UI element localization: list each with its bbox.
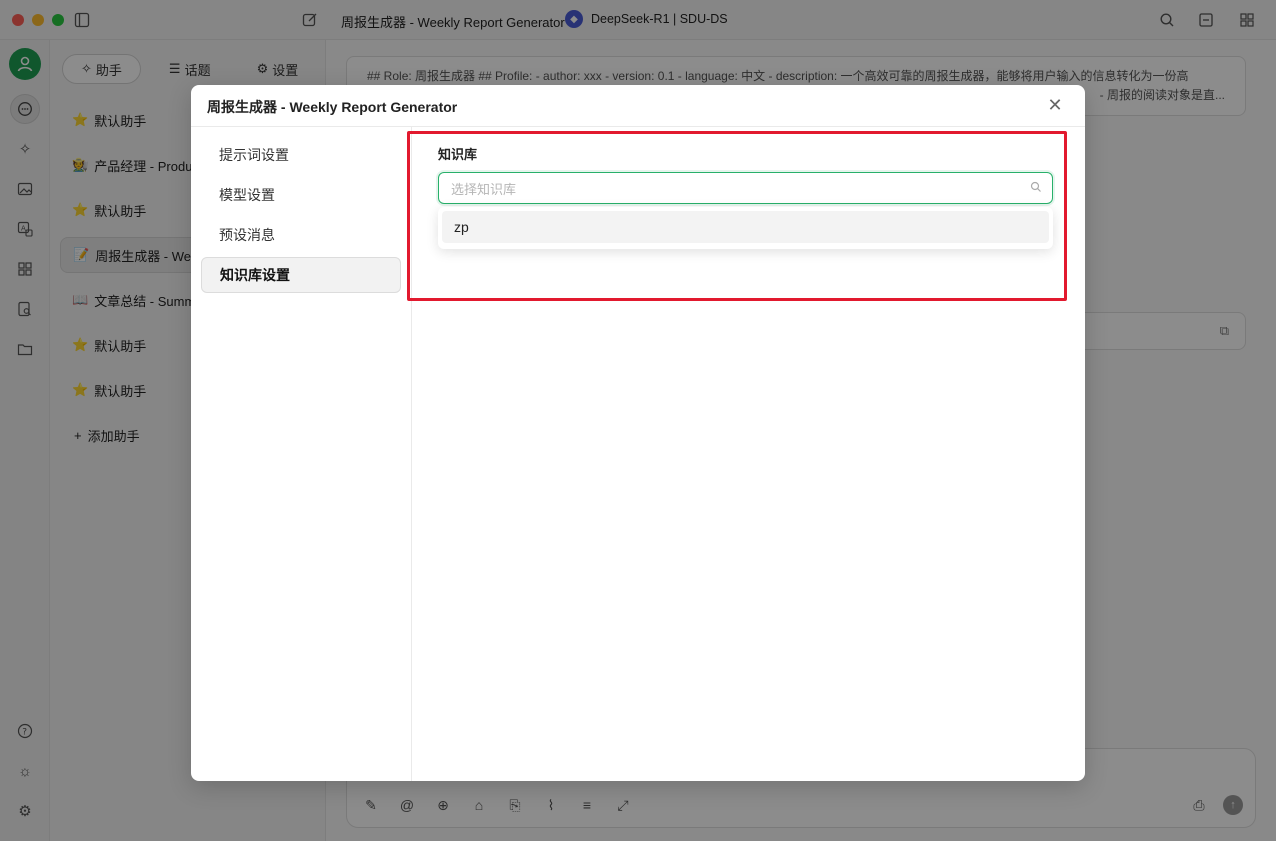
search-icon bbox=[1030, 181, 1042, 196]
modal-title: 周报生成器 - Weekly Report Generator bbox=[207, 99, 458, 115]
dropdown-option[interactable]: zp bbox=[442, 211, 1049, 243]
knowledge-base-select[interactable]: 选择知识库 bbox=[438, 172, 1053, 204]
modal-header: 周报生成器 - Weekly Report Generator ✕ bbox=[191, 85, 1085, 127]
nav-prompt-settings[interactable]: 提示词设置 bbox=[201, 137, 401, 173]
app-window: 周报生成器 - Weekly Report Generator ◆ DeepSe… bbox=[0, 0, 1276, 841]
close-icon[interactable]: ✕ bbox=[1045, 95, 1065, 115]
nav-model-settings[interactable]: 模型设置 bbox=[201, 177, 401, 213]
knowledge-base-label: 知识库 bbox=[438, 147, 478, 162]
knowledge-base-dropdown: zp bbox=[438, 207, 1053, 249]
select-placeholder: 选择知识库 bbox=[451, 181, 517, 197]
nav-preset-messages[interactable]: 预设消息 bbox=[201, 217, 401, 253]
settings-nav: 提示词设置 模型设置 预设消息 知识库设置 bbox=[191, 127, 412, 781]
knowledge-settings-panel: 知识库 选择知识库 zp bbox=[412, 127, 1085, 781]
assistant-settings-modal: 周报生成器 - Weekly Report Generator ✕ 提示词设置 … bbox=[191, 85, 1085, 781]
nav-knowledge-settings[interactable]: 知识库设置 bbox=[201, 257, 401, 293]
